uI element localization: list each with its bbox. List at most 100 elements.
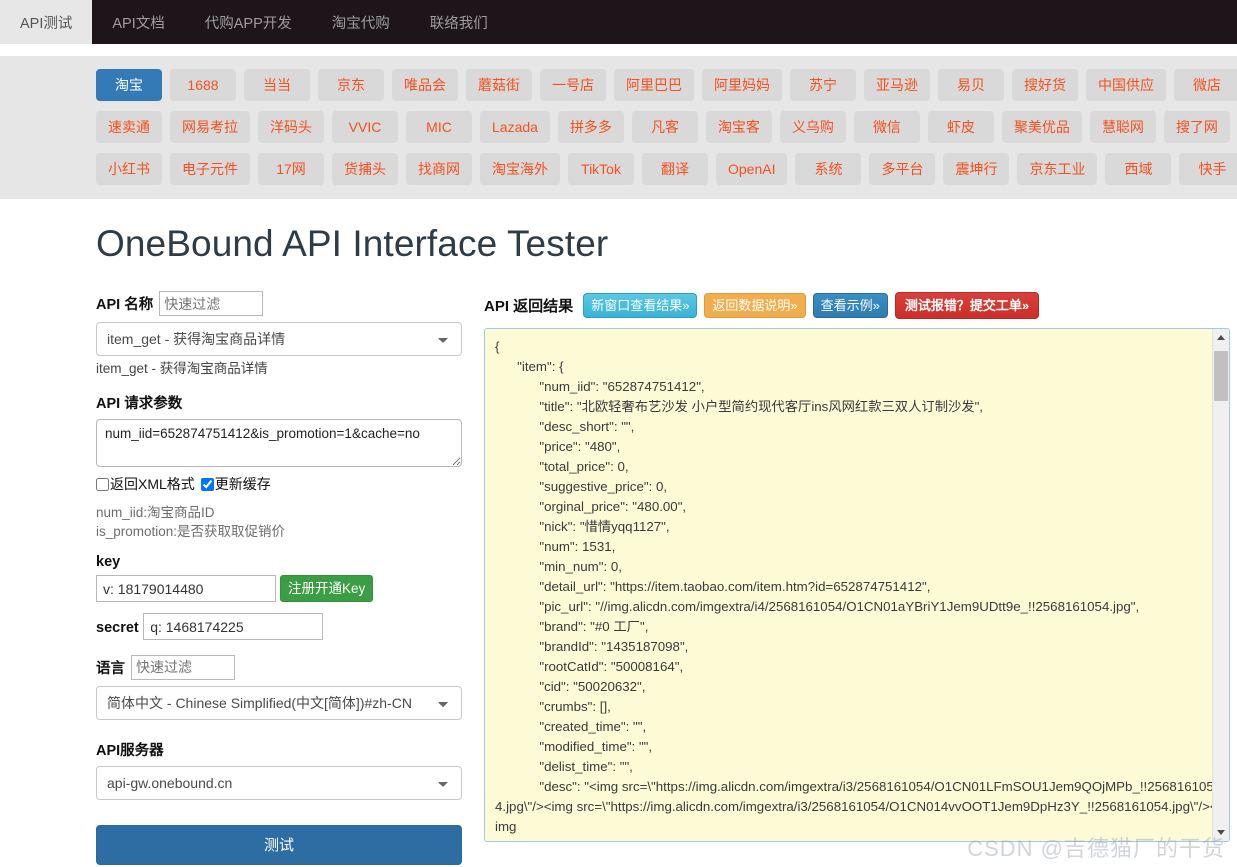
top-navbar: API测试 API文档 代购APP开发 淘宝代购 联络我们 (0, 0, 1237, 44)
platform-tag[interactable]: 京东工业 (1017, 153, 1097, 185)
response-json-text: { "item": { "num_iid": "652874751412", "… (485, 329, 1229, 841)
platform-tag[interactable]: 亚马逊 (864, 69, 930, 101)
open-new-window-button[interactable]: 新窗口查看结果» (583, 293, 697, 318)
server-select[interactable]: api-gw.onebound.cn (96, 766, 462, 800)
api-select[interactable]: item_get - 获得淘宝商品详情 (96, 322, 462, 356)
platform-tag[interactable]: 唯品会 (392, 69, 458, 101)
format-options-row: 返回XML格式 更新缓存 (96, 474, 462, 494)
api-name-filter-input[interactable] (159, 291, 263, 316)
param-hint-is-promotion: is_promotion:是否获取取促销价 (96, 522, 462, 541)
main-content: API 名称 item_get - 获得淘宝商品详情 item_get - 获得… (0, 275, 1237, 865)
server-label: API服务器 (96, 739, 164, 760)
secret-label: secret (96, 620, 139, 636)
view-example-button[interactable]: 查看示例» (813, 293, 888, 318)
secret-block: secret (96, 613, 462, 641)
nav-item-label: API测试 (20, 12, 72, 33)
platform-tag[interactable]: 微店 (1174, 69, 1237, 101)
language-select-block: 简体中文 - Chinese Simplified(中文[简体])#zh-CN (96, 686, 462, 720)
platform-tag[interactable]: 苏宁 (790, 69, 856, 101)
api-select-caption: item_get - 获得淘宝商品详情 (96, 359, 462, 378)
platform-tag[interactable]: 1688 (170, 69, 236, 101)
scroll-down-arrow-icon[interactable] (1213, 824, 1229, 841)
api-name-label: API 名称 (96, 293, 153, 314)
params-block: API 请求参数 num_iid=652874751412&is_promoti… (96, 392, 462, 541)
test-button[interactable]: 测试 (96, 825, 462, 865)
scroll-up-arrow-icon[interactable] (1213, 329, 1229, 346)
language-label: 语言 (96, 657, 125, 678)
platform-tag[interactable]: 拼多多 (558, 111, 624, 143)
platform-tag[interactable]: 系统 (795, 153, 861, 185)
platform-tag[interactable]: 西域 (1105, 153, 1171, 185)
platform-tag[interactable]: MIC (406, 111, 472, 143)
platform-tag[interactable]: 淘宝客 (706, 111, 772, 143)
return-xml-checkbox[interactable] (96, 478, 109, 491)
platform-tag-row: 小红书电子元件17网货捕头找商网淘宝海外TikTok翻译OpenAI系统多平台震… (0, 153, 1237, 185)
platform-tag[interactable]: 当当 (244, 69, 310, 101)
platform-tag[interactable]: 中国供应 (1086, 69, 1166, 101)
platform-tag[interactable]: 义乌购 (780, 111, 846, 143)
platform-tag[interactable]: 阿里巴巴 (614, 69, 694, 101)
data-description-button[interactable]: 返回数据说明» (704, 293, 805, 318)
platform-tag[interactable]: 网易考拉 (170, 111, 250, 143)
platform-tag[interactable]: 搜了网 (1164, 111, 1230, 143)
key-input[interactable] (96, 575, 276, 602)
platform-tag[interactable]: 多平台 (869, 153, 935, 185)
update-cache-label[interactable]: 更新缓存 (215, 474, 271, 494)
platform-tag[interactable]: 搜好货 (1012, 69, 1078, 101)
language-filter-input[interactable] (131, 655, 235, 680)
platform-tag[interactable]: OpenAI (716, 153, 787, 185)
platform-tag[interactable]: 小红书 (96, 153, 162, 185)
nav-item-label: 淘宝代购 (332, 12, 390, 33)
platform-tag[interactable]: 速卖通 (96, 111, 162, 143)
platform-tag[interactable]: 一号店 (540, 69, 606, 101)
platform-tag[interactable]: 慧聪网 (1090, 111, 1156, 143)
platform-tag[interactable]: 聚美优品 (1002, 111, 1082, 143)
secret-input[interactable] (143, 613, 323, 640)
platform-tag[interactable]: 翻译 (642, 153, 708, 185)
platform-tag[interactable]: 货捕头 (332, 153, 398, 185)
platform-tag[interactable]: 易贝 (938, 69, 1004, 101)
nav-item-label: API文档 (112, 12, 164, 33)
api-select-block: item_get - 获得淘宝商品详情 item_get - 获得淘宝商品详情 (96, 322, 462, 378)
update-cache-checkbox[interactable] (201, 478, 214, 491)
nav-item-api-test[interactable]: API测试 (0, 0, 92, 44)
platform-tag[interactable]: 震坤行 (943, 153, 1009, 185)
nav-item-app-dev[interactable]: 代购APP开发 (185, 0, 312, 44)
platform-tag[interactable]: 微信 (854, 111, 920, 143)
platform-tag[interactable]: 淘宝海外 (480, 153, 560, 185)
platform-tags-wrapper: 淘宝1688当当京东唯品会蘑菇街一号店阿里巴巴阿里妈妈苏宁亚马逊易贝搜好货中国供… (0, 44, 1237, 199)
platform-tag[interactable]: 淘宝 (96, 69, 162, 101)
platform-tag-row: 速卖通网易考拉洋码头VVICMICLazada拼多多凡客淘宝客义乌购微信虾皮聚美… (0, 111, 1237, 143)
response-json-box[interactable]: { "item": { "num_iid": "652874751412", "… (484, 328, 1230, 842)
language-select[interactable]: 简体中文 - Chinese Simplified(中文[简体])#zh-CN (96, 686, 462, 720)
platform-tag[interactable]: 快手 (1179, 153, 1237, 185)
platform-tag[interactable]: Lazada (480, 111, 550, 143)
platform-tag[interactable]: 找商网 (406, 153, 472, 185)
response-panel: API 返回结果 新窗口查看结果» 返回数据说明» 查看示例» 测试报错？提交工… (462, 275, 1237, 865)
platform-tag[interactable]: 电子元件 (170, 153, 250, 185)
nav-item-contact[interactable]: 联络我们 (410, 0, 508, 44)
platform-tag[interactable]: 阿里妈妈 (702, 69, 782, 101)
nav-item-taobao-agent[interactable]: 淘宝代购 (312, 0, 410, 44)
platform-tag[interactable]: 17网 (258, 153, 324, 185)
platform-tag[interactable]: 蘑菇街 (466, 69, 532, 101)
param-hint-num-iid: num_iid:淘宝商品ID (96, 503, 462, 522)
nav-item-api-docs[interactable]: API文档 (92, 0, 184, 44)
response-scrollbar[interactable] (1212, 329, 1229, 841)
page-title: OneBound API Interface Tester (0, 199, 1237, 275)
scrollbar-thumb[interactable] (1214, 351, 1228, 401)
nav-item-label: 联络我们 (430, 12, 488, 33)
platform-tag[interactable]: TikTok (568, 153, 634, 185)
platform-tag[interactable]: 洋码头 (258, 111, 324, 143)
params-textarea[interactable]: num_iid=652874751412&is_promotion=1&cach… (96, 419, 462, 467)
response-title: API 返回结果 (484, 295, 573, 316)
register-key-button[interactable]: 注册开通Key (280, 575, 373, 602)
api-name-row: API 名称 (96, 291, 462, 316)
submit-ticket-button[interactable]: 测试报错？提交工单» (895, 292, 1039, 319)
platform-tag[interactable]: VVIC (332, 111, 398, 143)
return-xml-label[interactable]: 返回XML格式 (110, 474, 195, 494)
platform-tag[interactable]: 虾皮 (928, 111, 994, 143)
platform-tag[interactable]: 凡客 (632, 111, 698, 143)
platform-tag[interactable]: 京东 (318, 69, 384, 101)
key-label: key (96, 554, 120, 570)
